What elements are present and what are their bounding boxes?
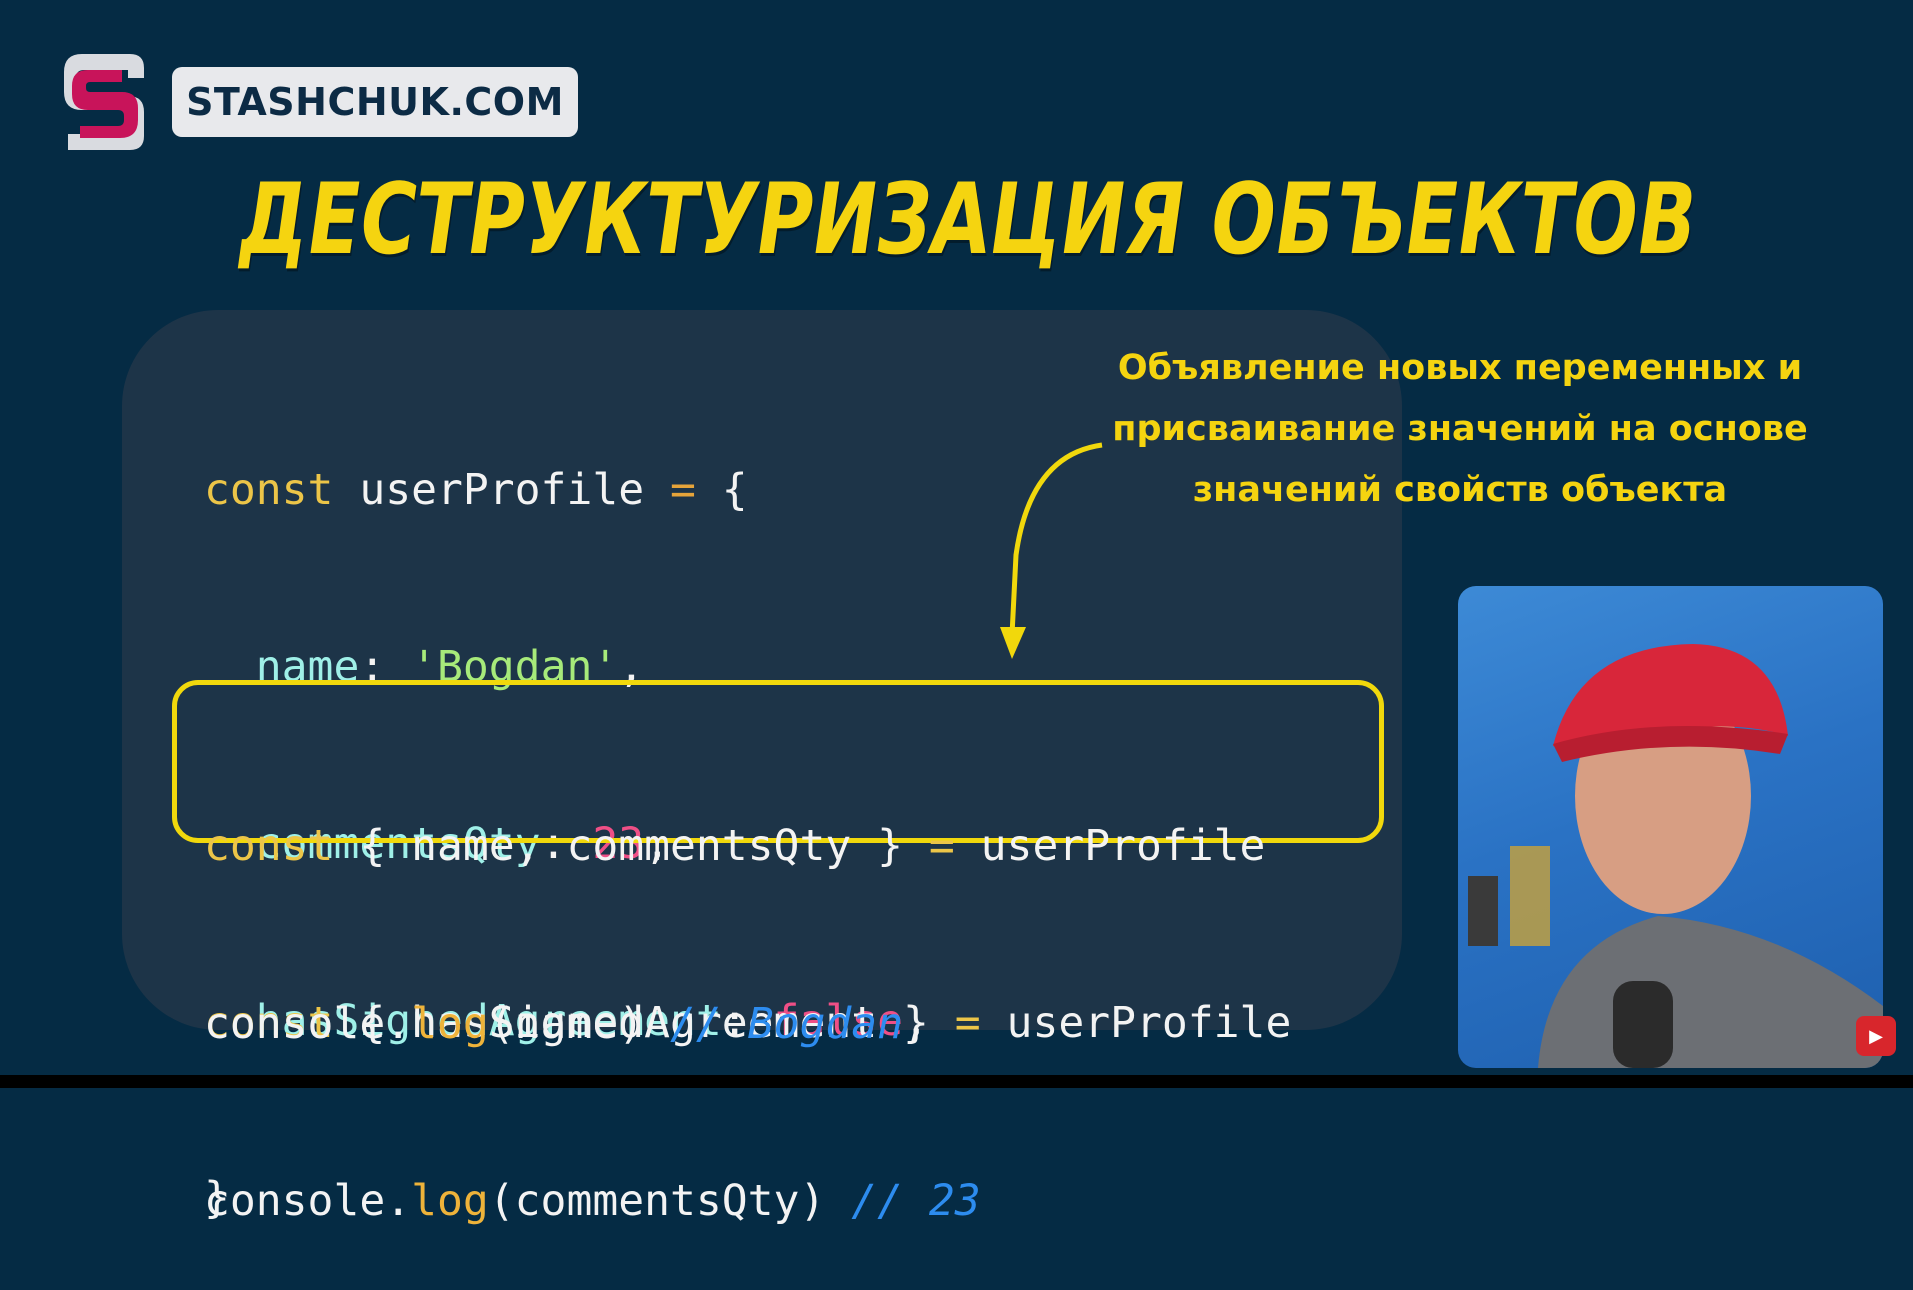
annotation-arrow-icon: [990, 435, 1110, 665]
presenter-webcam: [1458, 586, 1883, 1068]
code-args: (commentsQty): [488, 1176, 852, 1226]
code-identifier: userProfile: [954, 821, 1266, 871]
brand-logo-text: STASHCHUK.COM: [172, 67, 578, 137]
code-identifier: userProfile: [980, 998, 1292, 1048]
annotation-line: Объявление новых переменных и: [1117, 348, 1803, 388]
code-object: console.: [204, 1176, 412, 1226]
code-comment: // Bogdan: [670, 999, 903, 1049]
code-destructure-pattern: { name, commentsQty }: [333, 821, 929, 871]
code-brace: {: [695, 465, 748, 515]
code-keyword: const: [204, 821, 334, 871]
code-args: (name): [488, 999, 670, 1049]
youtube-subscribe-icon[interactable]: ▶: [1856, 1016, 1896, 1056]
code-function: log: [411, 1176, 489, 1226]
bottom-bar: [0, 1075, 1913, 1088]
code-operator: =: [928, 821, 955, 871]
code-function: log: [411, 999, 489, 1049]
code-object: console.: [204, 999, 412, 1049]
code-operator: =: [670, 465, 696, 515]
slide-title: ДЕСТРУКТУРИЗАЦИЯ ОБЪЕКТОВ: [231, 163, 1705, 277]
code-comment: // 23: [851, 1176, 981, 1226]
annotation-line: присваивание значений на основе: [1112, 409, 1808, 449]
code-keyword: const: [204, 465, 334, 515]
annotation-text: Объявление новых переменных и присваиван…: [1100, 338, 1820, 521]
stashchuk-logo-icon: [58, 48, 150, 156]
code-identifier: userProfile: [333, 465, 670, 515]
annotation-line: значений свойств объекта: [1192, 470, 1728, 510]
